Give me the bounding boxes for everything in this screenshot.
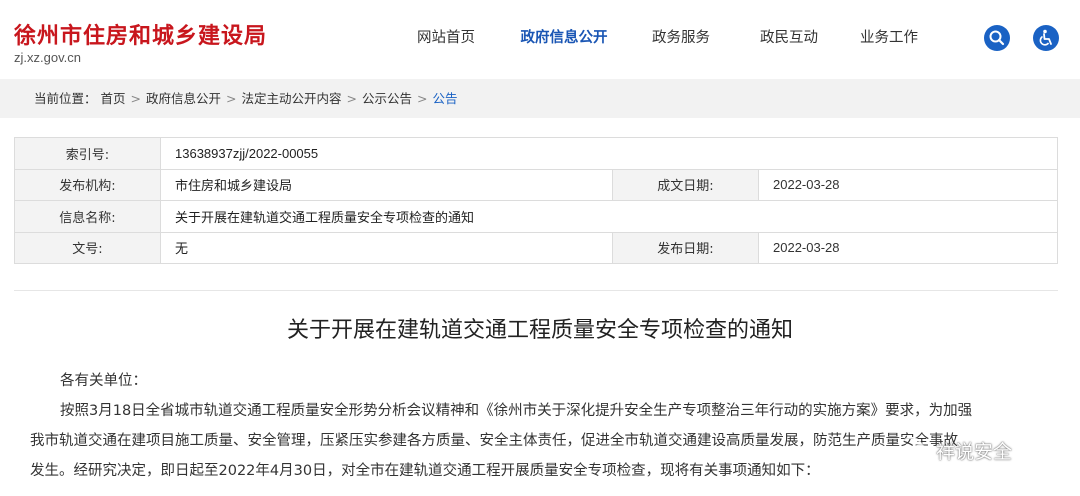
breadcrumb-separator: > (346, 91, 357, 106)
written-date-label: 成文日期: (612, 168, 759, 201)
table-row: 信息名称: 关于开展在建轨道交通工程质量安全专项检查的通知 (14, 200, 1058, 233)
search-button[interactable] (984, 25, 1010, 51)
watermark-text: 祥说安全 (936, 440, 1013, 463)
breadcrumb-gov-info[interactable]: 政府信息公开 (146, 91, 221, 106)
breadcrumb-separator: > (130, 91, 141, 106)
metadata-table: 索引号: 13638937zjj/2022-00055 发布机构: 市住房和城乡… (14, 137, 1058, 264)
wheelchair-icon (1039, 29, 1052, 46)
breadcrumb: 当前位置： 首页 > 政府信息公开 > 法定主动公开内容 > 公示公告 > 公告 (34, 79, 458, 118)
site-header: 徐州市住房和城乡建设局 zj.xz.gov.cn 网站首页 政府信息公开 政务服… (0, 0, 1080, 78)
site-domain: zj.xz.gov.cn (14, 50, 81, 65)
breadcrumb-home[interactable]: 首页 (101, 91, 126, 106)
article-title: 关于开展在建轨道交通工程质量安全专项检查的通知 (286, 318, 793, 343)
paragraph-line: 按照3月18日全省城市轨道交通工程质量安全形势分析会议精神和《徐州市关于深化提升… (60, 403, 973, 419)
breadcrumb-legal-content[interactable]: 法定主动公开内容 (242, 91, 342, 106)
main-nav: 网站首页 政府信息公开 政务服务 政民互动 业务工作 (395, 0, 931, 78)
nav-business[interactable]: 业务工作 (847, 0, 931, 78)
watermark: 祥说安全 (898, 436, 1012, 464)
breadcrumb-separator: > (226, 91, 237, 106)
nav-gov-info-public[interactable]: 政府信息公开 (497, 0, 631, 78)
index-label: 索引号: (14, 137, 161, 170)
info-name-value: 关于开展在建轨道交通工程质量安全专项检查的通知 (160, 200, 1058, 233)
salutation: 各有关单位： (60, 373, 147, 389)
nav-home[interactable]: 网站首页 (395, 0, 497, 78)
divider (14, 290, 1058, 291)
breadcrumb-notice[interactable]: 公告 (433, 91, 458, 106)
breadcrumb-announcements[interactable]: 公示公告 (362, 91, 412, 106)
paragraph-line: 发生。经研究决定，即日起至2022年4月30日，对全市在建轨道交通工程开展质量安… (30, 463, 820, 479)
paragraph-line: 我市轨道交通在建项目施工质量、安全管理，压紧压实参建各方质量、安全主体责任，促进… (30, 433, 958, 449)
search-icon (989, 30, 1005, 46)
nav-gov-services[interactable]: 政务服务 (631, 0, 731, 78)
breadcrumb-prefix: 当前位置： (34, 91, 97, 106)
table-row: 发布机构: 市住房和城乡建设局 成文日期: 2022-03-28 (14, 168, 1058, 201)
breadcrumb-separator: > (417, 91, 428, 106)
table-row: 索引号: 13638937zjj/2022-00055 (14, 137, 1058, 170)
article-body: 各有关单位： 按照3月18日全省城市轨道交通工程质量安全形势分析会议精神和《徐州… (30, 366, 1038, 486)
table-row: 文号: 无 发布日期: 2022-03-28 (14, 231, 1058, 264)
publish-date-value: 2022-03-28 (758, 231, 1058, 264)
doc-number-value: 无 (160, 231, 613, 264)
info-name-label: 信息名称: (14, 200, 161, 233)
doc-number-label: 文号: (14, 231, 161, 264)
accessibility-button[interactable] (1033, 25, 1059, 51)
wechat-icon (899, 437, 930, 462)
publisher-value: 市住房和城乡建设局 (160, 168, 613, 201)
nav-interaction[interactable]: 政民互动 (731, 0, 847, 78)
publisher-label: 发布机构: (14, 168, 161, 201)
site-title[interactable]: 徐州市住房和城乡建设局 (14, 18, 267, 50)
breadcrumb-bar: 当前位置： 首页 > 政府信息公开 > 法定主动公开内容 > 公示公告 > 公告 (0, 79, 1080, 118)
written-date-value: 2022-03-28 (758, 168, 1058, 201)
index-value: 13638937zjj/2022-00055 (160, 137, 1058, 170)
publish-date-label: 发布日期: (612, 231, 759, 264)
